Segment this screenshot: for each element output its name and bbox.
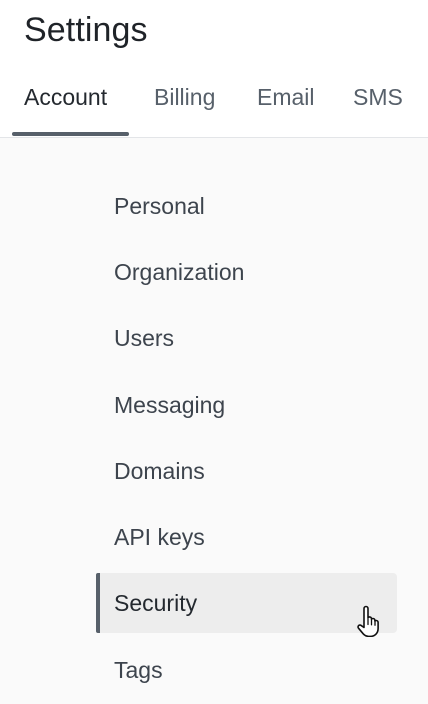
sidebar-item-api-keys[interactable]: API keys: [96, 507, 397, 567]
sidebar-item-domains[interactable]: Domains: [96, 441, 397, 501]
sidebar-item-users[interactable]: Users: [96, 308, 397, 368]
tab-email[interactable]: Email: [257, 82, 315, 112]
sidebar-item-label: Messaging: [114, 392, 226, 418]
sidebar-item-label: Organization: [114, 259, 245, 285]
sidebar-item-messaging[interactable]: Messaging: [96, 375, 397, 435]
tab-billing[interactable]: Billing: [154, 82, 215, 112]
sidebar-item-tags[interactable]: Tags: [96, 640, 397, 700]
sidebar-item-label: Users: [114, 325, 175, 351]
active-item-indicator: [96, 573, 100, 633]
sidebar-item-label: Personal: [114, 193, 205, 219]
tab-sms[interactable]: SMS: [353, 82, 403, 112]
page-title: Settings: [24, 11, 148, 49]
tab-account[interactable]: Account: [24, 82, 107, 112]
sidebar-item-label: Tags: [114, 657, 163, 683]
sidebar-item-label: Domains: [114, 458, 205, 484]
sidebar-item-organization[interactable]: Organization: [96, 242, 397, 302]
sidebar-item-security[interactable]: Security: [96, 573, 397, 633]
sidebar-item-label: API keys: [114, 524, 205, 550]
hand-pointer-icon: [356, 605, 382, 638]
settings-tabs: Account Billing Email SMS: [0, 74, 428, 138]
sidebar-item-label: Security: [114, 590, 198, 616]
settings-header: Settings Account Billing Email SMS: [0, 0, 428, 138]
sidebar-item-personal[interactable]: Personal: [96, 176, 397, 236]
active-tab-indicator: [12, 132, 129, 136]
